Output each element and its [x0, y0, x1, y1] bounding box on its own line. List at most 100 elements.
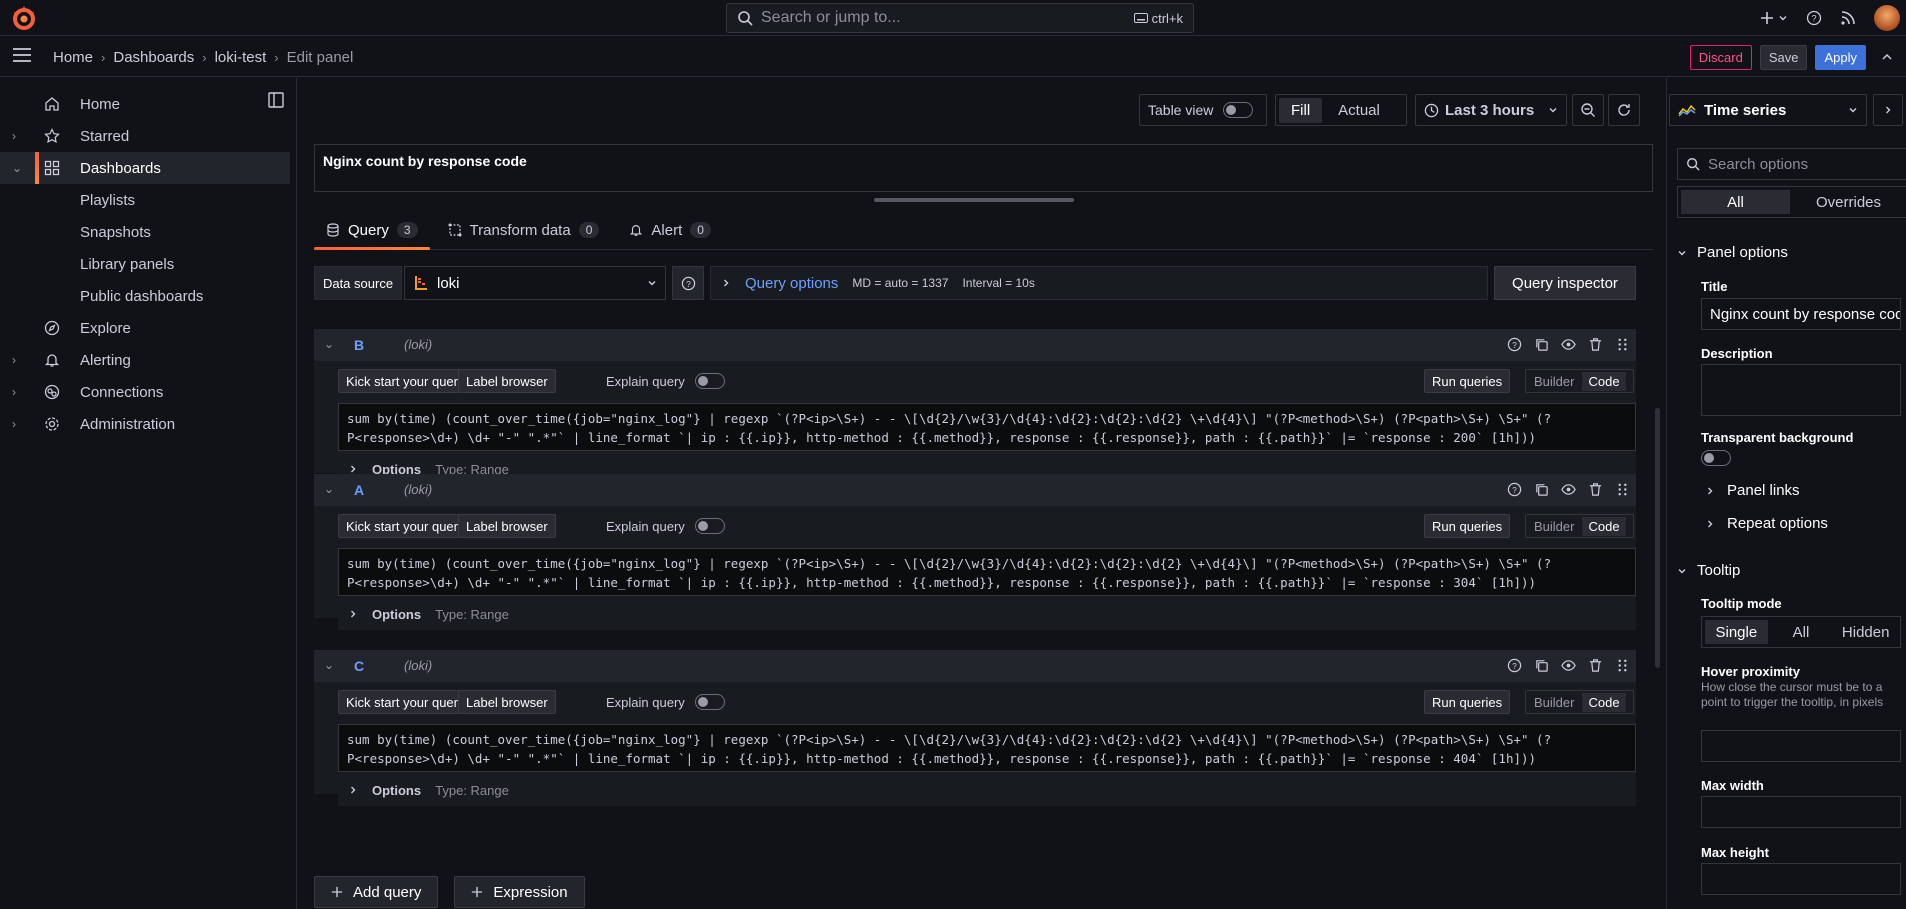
help-icon[interactable]: ?	[1806, 10, 1822, 26]
sidebar-item-public-dashboards[interactable]: Public dashboards	[0, 280, 290, 312]
chevron-down-icon[interactable]: ⌄	[324, 337, 334, 351]
code-option[interactable]: Code	[1582, 516, 1626, 536]
eye-icon[interactable]	[1561, 337, 1576, 352]
actual-option[interactable]: Actual	[1326, 98, 1392, 123]
apply-button[interactable]: Apply	[1815, 44, 1866, 70]
run-queries-button[interactable]: Run queries	[1424, 369, 1511, 393]
help-icon[interactable]: ?	[1507, 337, 1522, 352]
transparent-switch[interactable]	[1701, 450, 1731, 466]
code-option[interactable]: Code	[1582, 692, 1626, 712]
query-header[interactable]: ⌄ B (loki) ?	[314, 329, 1636, 361]
label-browser-button[interactable]: Label browser	[458, 690, 556, 714]
save-button[interactable]: Save	[1759, 44, 1808, 70]
explain-query-toggle[interactable]: Explain query	[606, 690, 725, 714]
datasource-select[interactable]: loki	[404, 266, 666, 300]
search-input[interactable]: Search or jump to... ctrl+k	[726, 3, 1194, 33]
code-option[interactable]: Code	[1582, 371, 1626, 391]
tooltip-single-option[interactable]: Single	[1705, 620, 1768, 644]
label-browser-button[interactable]: Label browser	[458, 369, 556, 393]
avatar[interactable]	[1874, 5, 1900, 31]
query-code-editor[interactable]: sum by(time) (count_over_time({job="ngin…	[338, 548, 1636, 596]
max-height-input[interactable]	[1701, 863, 1901, 895]
discard-button[interactable]: Discard	[1689, 44, 1752, 70]
chevron-right-icon[interactable]: ›	[12, 417, 16, 431]
breadcrumb-dashboards[interactable]: Dashboards	[113, 49, 194, 66]
help-icon[interactable]: ?	[1507, 482, 1522, 497]
sidebar-item-snapshots[interactable]: Snapshots	[0, 216, 290, 248]
query-options-label[interactable]: Query options	[745, 275, 838, 292]
menu-icon[interactable]	[12, 47, 32, 63]
datasource-help-button[interactable]: ?	[672, 266, 704, 300]
panel-options-section[interactable]: Panel options	[1677, 244, 1788, 261]
chevron-right-icon[interactable]: ›	[12, 385, 16, 399]
tab-transform[interactable]: Transform data 0	[436, 212, 612, 248]
duplicate-icon[interactable]	[1534, 658, 1549, 673]
builder-option[interactable]: Builder	[1528, 693, 1580, 712]
tab-query[interactable]: Query 3	[314, 212, 430, 250]
sidebar-item-explore[interactable]: Explore	[0, 312, 290, 344]
explain-switch[interactable]	[694, 518, 725, 534]
rss-news-icon[interactable]	[1840, 10, 1856, 26]
fill-option[interactable]: Fill	[1279, 97, 1323, 123]
builder-option[interactable]: Builder	[1528, 372, 1580, 391]
builder-option[interactable]: Builder	[1528, 517, 1580, 536]
explain-query-toggle[interactable]: Explain query	[606, 514, 725, 538]
breadcrumb-dashboard[interactable]: loki-test	[215, 49, 267, 66]
grafana-logo-icon[interactable]	[10, 4, 38, 32]
query-options[interactable]: Query options MD = auto = 1337 Interval …	[710, 266, 1488, 300]
tooltip-all-option[interactable]: All	[1770, 620, 1833, 644]
trash-icon[interactable]	[1588, 482, 1603, 497]
kick-start-button[interactable]: Kick start your query	[338, 369, 473, 393]
options-search-input[interactable]: Search options	[1677, 148, 1906, 180]
chevron-right-icon[interactable]: ›	[12, 129, 16, 143]
sidebar-item-alerting[interactable]: › Alerting	[0, 344, 290, 376]
chevron-down-icon[interactable]: ⌄	[324, 658, 334, 672]
scrollbar[interactable]	[1655, 408, 1660, 668]
chevron-down-icon[interactable]: ⌄	[12, 161, 22, 175]
table-view-toggle[interactable]: Table view	[1139, 94, 1267, 126]
chevron-right-icon[interactable]: ›	[12, 353, 16, 367]
time-range-picker[interactable]: Last 3 hours	[1415, 94, 1567, 126]
tooltip-section[interactable]: Tooltip	[1677, 562, 1740, 579]
explain-switch[interactable]	[694, 694, 725, 710]
table-view-switch[interactable]	[1223, 102, 1254, 118]
tab-alert[interactable]: Alert 0	[617, 212, 723, 248]
zoom-out-button[interactable]	[1572, 94, 1604, 126]
eye-icon[interactable]	[1561, 482, 1576, 497]
run-queries-button[interactable]: Run queries	[1424, 514, 1511, 538]
query-inspector-button[interactable]: Query inspector	[1494, 266, 1636, 300]
kick-start-button[interactable]: Kick start your query	[338, 514, 473, 538]
query-code-editor[interactable]: sum by(time) (count_over_time({job="ngin…	[338, 403, 1636, 451]
trash-icon[interactable]	[1588, 658, 1603, 673]
visualization-picker[interactable]: Time series	[1669, 94, 1867, 126]
description-input[interactable]	[1701, 364, 1901, 416]
query-options-row[interactable]: Options Type: Range	[338, 774, 1636, 806]
resize-handle[interactable]	[874, 198, 1074, 202]
panel-links-section[interactable]: Panel links	[1705, 482, 1800, 499]
sidebar-item-playlists[interactable]: Playlists	[0, 184, 290, 216]
duplicate-icon[interactable]	[1534, 337, 1549, 352]
sidebar-item-administration[interactable]: › Administration	[0, 408, 290, 440]
refresh-button[interactable]	[1608, 94, 1640, 126]
sidebar-item-starred[interactable]: › Starred	[0, 120, 290, 152]
title-input[interactable]: Nginx count by response code	[1701, 298, 1901, 330]
query-header[interactable]: ⌄ C (loki) ?	[314, 650, 1636, 682]
query-ref-id[interactable]: A	[354, 482, 364, 498]
sidebar-item-home[interactable]: Home	[0, 88, 290, 120]
breadcrumb-home[interactable]: Home	[53, 49, 93, 66]
eye-icon[interactable]	[1561, 658, 1576, 673]
drag-handle-icon[interactable]	[1615, 658, 1630, 673]
repeat-options-section[interactable]: Repeat options	[1705, 515, 1828, 532]
query-ref-id[interactable]: B	[354, 337, 364, 353]
tooltip-hidden-option[interactable]: Hidden	[1834, 620, 1897, 644]
query-ref-id[interactable]: C	[354, 658, 364, 674]
sidebar-item-connections[interactable]: › Connections	[0, 376, 290, 408]
add-query-button[interactable]: Add query	[314, 876, 439, 908]
sidebar-item-library-panels[interactable]: Library panels	[0, 248, 290, 280]
drag-handle-icon[interactable]	[1615, 337, 1630, 352]
explain-switch[interactable]	[694, 373, 725, 389]
sidebar-item-dashboards[interactable]: ⌄ Dashboards	[0, 152, 290, 184]
query-code-editor[interactable]: sum by(time) (count_over_time({job="ngin…	[338, 724, 1636, 772]
add-expression-button[interactable]: Expression	[454, 876, 585, 908]
hover-proximity-input[interactable]	[1701, 730, 1901, 762]
